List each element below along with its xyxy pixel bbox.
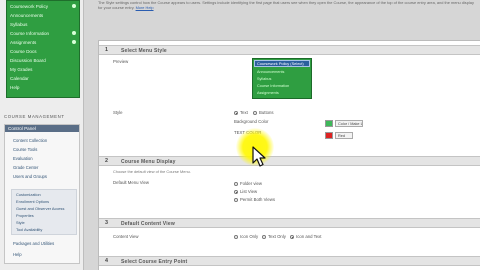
bullet-icon <box>72 31 76 35</box>
customization-link[interactable]: Enrollment Options <box>16 199 49 204</box>
control-panel-link[interactable]: Grade Center <box>13 165 38 170</box>
style-buttons-radio[interactable] <box>253 111 257 115</box>
text-only-radio[interactable] <box>262 235 266 239</box>
list-view-radio[interactable] <box>234 190 238 194</box>
step-number: 4 <box>105 258 108 264</box>
menu-display-description: Choose the default view of the Course Me… <box>113 169 191 174</box>
step-title: Default Content View <box>121 220 175 227</box>
preview-label: Preview <box>113 59 129 64</box>
text-color-button[interactable]: Red <box>335 132 353 139</box>
control-panel-link[interactable]: Users and Groups <box>13 174 47 179</box>
step-title: Select Menu Style <box>121 47 167 54</box>
more-help-link[interactable]: More Help <box>136 5 154 10</box>
background-color-swatch[interactable] <box>325 120 333 127</box>
course-menu-item-label: Announcements <box>10 13 44 18</box>
text-only-label: Text Only <box>268 234 286 239</box>
course-menu-item-label: Syllabus <box>10 22 28 27</box>
course-menu-item-label: Discussion Board <box>10 58 46 63</box>
step-number: 3 <box>105 220 108 226</box>
step-header: 2 Course Menu Display <box>99 156 480 166</box>
customization-link[interactable]: Guest and Observer Access <box>16 206 64 211</box>
customization-link[interactable]: Properties <box>16 213 34 218</box>
course-menu-item[interactable]: Discussion Board <box>10 57 78 64</box>
default-menu-view-label: Default Menu View <box>113 180 149 185</box>
background-color-label: Background Color <box>234 119 269 124</box>
icon-only-label: Icon Only <box>240 234 259 239</box>
step-header: 4 Select Course Entry Point <box>99 256 480 266</box>
folder-view-radio[interactable] <box>234 182 238 186</box>
background-color-button[interactable]: Color / Make Link <box>335 120 363 127</box>
step-header: 3 Default Content View <box>99 218 480 228</box>
course-sidebar: Coursework Policy Announcements Syllabus… <box>0 0 84 270</box>
style-label: Style <box>113 110 123 115</box>
course-menu-item-label: Coursework Policy <box>10 4 49 9</box>
course-menu-item[interactable]: Announcements <box>10 12 78 19</box>
icon-and-text-radio[interactable] <box>290 235 294 239</box>
control-panel-title[interactable]: Control Panel <box>5 125 79 132</box>
style-text-radio[interactable] <box>234 111 238 115</box>
icon-and-text-label: Icon and Text <box>296 234 322 239</box>
preview-item: Course Information <box>257 84 290 88</box>
intro-description: The Style settings control how the Cours… <box>98 0 474 10</box>
style-buttons-label: Buttons <box>259 110 274 115</box>
customization-link[interactable]: Style <box>16 220 25 225</box>
main-content: The Style settings control how the Cours… <box>84 0 480 270</box>
intro-text: The Style settings control how the Cours… <box>98 0 478 10</box>
course-menu-item-label: Calendar <box>10 76 29 81</box>
step-number: 1 <box>105 47 108 53</box>
list-view-label: List View <box>240 189 258 194</box>
step-header: 1 Select Menu Style <box>99 45 480 55</box>
folder-view-label: Folder view <box>240 181 262 186</box>
customization-link[interactable]: Tool Availability <box>16 227 42 232</box>
permit-both-views-radio[interactable] <box>234 198 238 202</box>
customization-link[interactable]: Customization <box>16 192 41 197</box>
style-text-label: Text <box>240 110 248 115</box>
control-panel-link[interactable]: Help <box>13 252 22 257</box>
control-panel: Control Panel Content Collection Course … <box>4 124 80 264</box>
step-title: Course Menu Display <box>121 158 176 165</box>
mouse-pointer-icon <box>252 146 266 167</box>
course-menu-item[interactable]: Assignments <box>10 39 78 46</box>
preview-selected-item: Coursework Policy (Select) <box>254 60 310 67</box>
icon-only-radio[interactable] <box>234 235 238 239</box>
course-menu-item[interactable]: Calendar <box>10 75 78 82</box>
course-menu: Coursework Policy Announcements Syllabus… <box>6 0 80 98</box>
course-menu-item[interactable]: Course Information <box>10 30 78 37</box>
text-color-swatch[interactable] <box>325 132 333 139</box>
menu-preview: Coursework Policy (Select) Announcements… <box>252 58 312 99</box>
course-menu-item-label: Help <box>10 85 20 90</box>
course-menu-item[interactable]: Coursework Policy <box>10 3 78 10</box>
course-menu-item[interactable]: Syllabus <box>10 21 78 28</box>
control-panel-link[interactable]: Content Collection <box>13 138 47 143</box>
preview-item: Assignments <box>257 91 279 95</box>
preview-item: Syllabus <box>257 77 272 81</box>
course-menu-item-label: My Grades <box>10 67 33 72</box>
style-form: 1 Select Menu Style Preview Coursework P… <box>98 40 480 270</box>
course-menu-item[interactable]: Help <box>10 84 78 91</box>
permit-both-views-label: Permit Both Views <box>240 197 276 202</box>
bullet-icon <box>72 4 76 8</box>
course-management-heading: COURSE MANAGEMENT <box>4 114 65 119</box>
step-number: 2 <box>105 158 108 164</box>
bullet-icon <box>72 40 76 44</box>
course-menu-item[interactable]: Course Docs <box>10 48 78 55</box>
customization-submenu: Customization Enrollment Options Guest a… <box>11 189 77 235</box>
control-panel-link[interactable]: Packages and Utilities <box>13 241 54 246</box>
course-menu-item[interactable]: My Grades <box>10 66 78 73</box>
course-menu-item-label: Course Information <box>10 31 50 36</box>
content-view-label: Content View <box>113 234 139 239</box>
preview-item: Announcements <box>257 70 285 74</box>
control-panel-link[interactable]: Evaluation <box>13 156 33 161</box>
control-panel-link[interactable]: Course Tools <box>13 147 37 152</box>
step-title: Select Course Entry Point <box>121 258 188 265</box>
course-menu-item-label: Assignments <box>10 40 37 45</box>
course-menu-item-label: Course Docs <box>10 49 37 54</box>
